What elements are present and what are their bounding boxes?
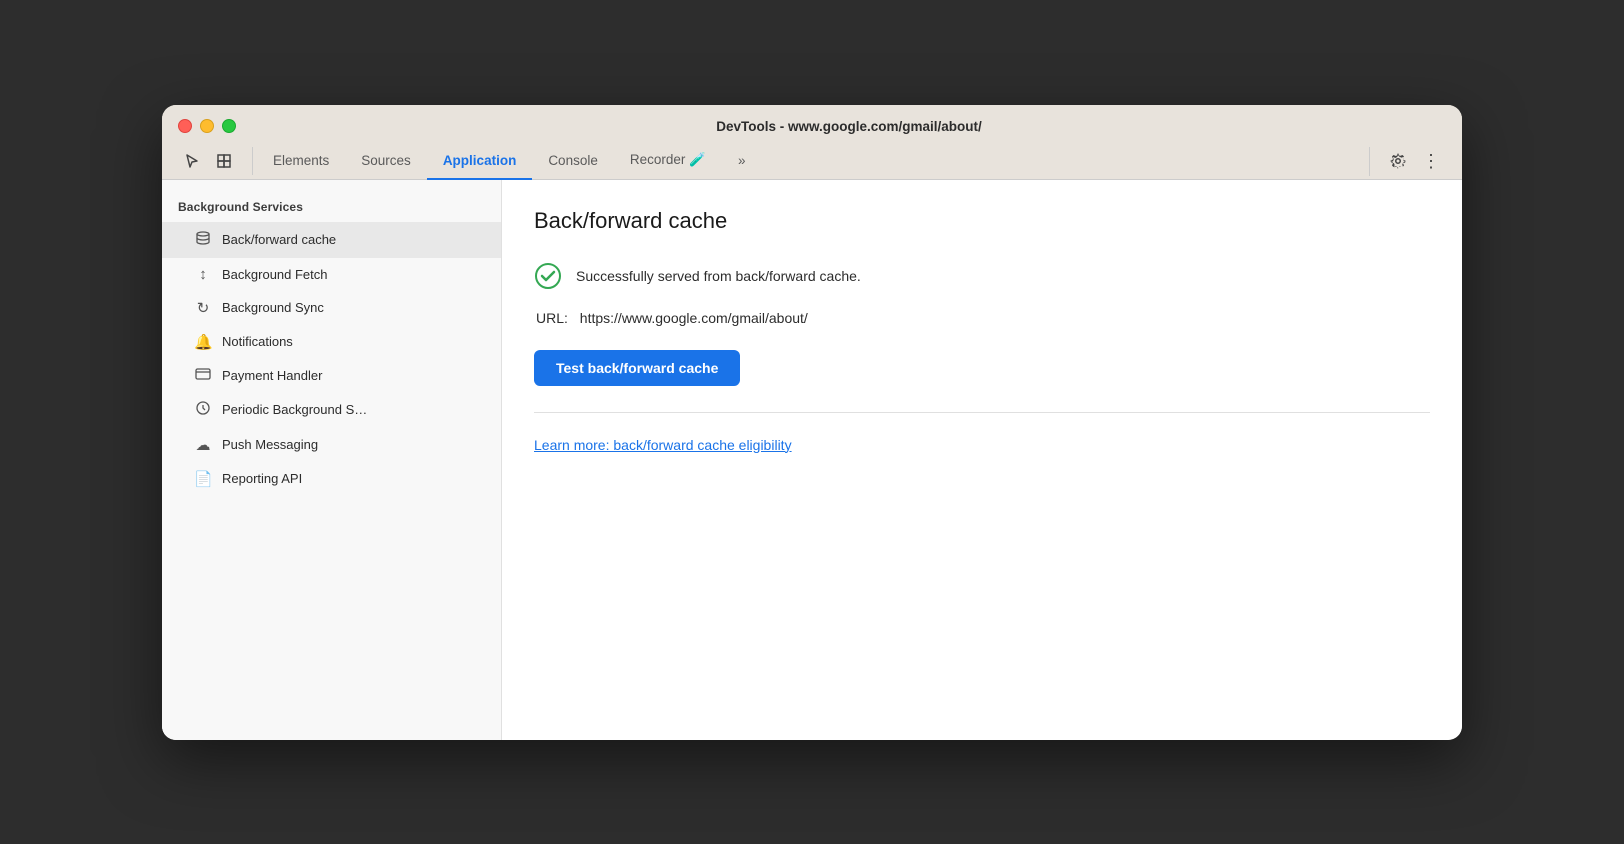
devtools-window: DevTools - www.google.com/gmail/about/	[162, 105, 1462, 740]
sidebar-item-background-fetch[interactable]: ↕ Background Fetch	[162, 258, 501, 291]
toolbar-icons	[178, 147, 253, 175]
url-row: URL: https://www.google.com/gmail/about/	[534, 310, 1430, 326]
fetch-icon: ↕	[194, 266, 212, 283]
window-title: DevTools - www.google.com/gmail/about/	[252, 119, 1446, 134]
bell-icon: 🔔	[194, 333, 212, 351]
traffic-lights	[178, 119, 236, 133]
sidebar-item-label: Reporting API	[222, 471, 302, 486]
more-options-icon[interactable]: ⋮	[1416, 147, 1446, 176]
tab-recorder[interactable]: Recorder 🧪	[614, 144, 722, 180]
tab-elements[interactable]: Elements	[257, 145, 345, 180]
sync-icon: ↻	[194, 299, 212, 317]
settings-icon[interactable]	[1384, 147, 1412, 175]
inspect-icon[interactable]	[210, 147, 238, 175]
tab-sources[interactable]: Sources	[345, 145, 427, 180]
tabs: Elements Sources Application Console Rec…	[257, 144, 1365, 179]
check-icon	[534, 262, 562, 290]
content: Background Services Back/forward cache ↕…	[162, 180, 1462, 740]
sidebar-item-label: Notifications	[222, 334, 293, 349]
divider	[534, 412, 1430, 413]
sidebar-item-label: Back/forward cache	[222, 232, 336, 247]
url-value: https://www.google.com/gmail/about/	[580, 310, 808, 326]
tab-console[interactable]: Console	[532, 145, 614, 180]
learn-more-link[interactable]: Learn more: back/forward cache eligibili…	[534, 437, 792, 453]
sidebar-item-reporting-api[interactable]: 📄 Reporting API	[162, 462, 501, 496]
sidebar-item-label: Periodic Background S…	[222, 402, 367, 417]
url-label: URL:	[536, 310, 568, 326]
sidebar-item-label: Payment Handler	[222, 368, 322, 383]
clock-icon	[194, 400, 212, 420]
toolbar: Elements Sources Application Console Rec…	[178, 144, 1446, 179]
sidebar-item-push-messaging[interactable]: ☁ Push Messaging	[162, 428, 501, 462]
status-text: Successfully served from back/forward ca…	[576, 268, 861, 284]
document-icon: 📄	[194, 470, 212, 488]
close-button[interactable]	[178, 119, 192, 133]
sidebar: Background Services Back/forward cache ↕…	[162, 180, 502, 740]
tab-application[interactable]: Application	[427, 145, 533, 180]
sidebar-item-back-forward-cache[interactable]: Back/forward cache	[162, 222, 501, 258]
sidebar-item-label: Background Sync	[222, 300, 324, 315]
titlebar: DevTools - www.google.com/gmail/about/	[162, 105, 1462, 180]
sidebar-item-payment-handler[interactable]: Payment Handler	[162, 359, 501, 392]
payment-icon	[194, 367, 212, 384]
sidebar-item-label: Push Messaging	[222, 437, 318, 452]
status-row: Successfully served from back/forward ca…	[534, 262, 1430, 290]
main-panel: Back/forward cache Successfully served f…	[502, 180, 1462, 740]
cloud-icon: ☁	[194, 436, 212, 454]
minimize-button[interactable]	[200, 119, 214, 133]
toolbar-right: ⋮	[1369, 147, 1446, 176]
page-title: Back/forward cache	[534, 208, 1430, 234]
tab-more[interactable]: »	[722, 145, 762, 180]
sidebar-item-background-sync[interactable]: ↻ Background Sync	[162, 291, 501, 325]
sidebar-item-notifications[interactable]: 🔔 Notifications	[162, 325, 501, 359]
sidebar-item-periodic-background-sync[interactable]: Periodic Background S…	[162, 392, 501, 428]
cursor-icon[interactable]	[178, 147, 206, 175]
sidebar-section-title: Background Services	[162, 196, 501, 222]
test-button[interactable]: Test back/forward cache	[534, 350, 740, 386]
cache-icon	[194, 230, 212, 250]
maximize-button[interactable]	[222, 119, 236, 133]
sidebar-item-label: Background Fetch	[222, 267, 328, 282]
